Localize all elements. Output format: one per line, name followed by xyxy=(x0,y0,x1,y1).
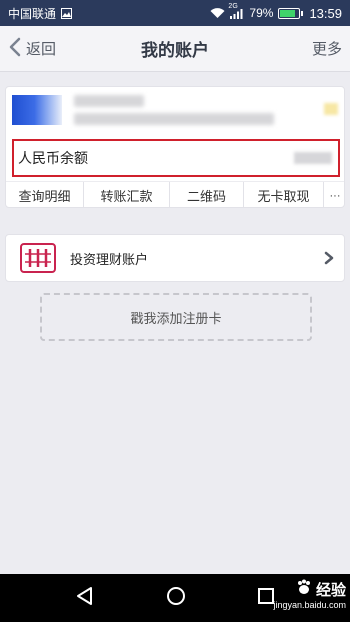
battery-fill xyxy=(280,9,295,17)
back-label: 返回 xyxy=(26,41,57,58)
balance-row[interactable]: 人民币余额 xyxy=(12,139,340,177)
more-actions-button[interactable]: ··· xyxy=(324,182,344,207)
cardless-withdrawal-button[interactable]: 无卡取现 xyxy=(244,182,324,207)
carrier-label: 中国联通 xyxy=(8,6,57,21)
status-left: 中国联通 xyxy=(8,5,73,22)
battery-percent: 79% xyxy=(249,6,274,20)
blurred-balance-value xyxy=(294,152,332,164)
account-actions: 查询明细 转账汇款 二维码 无卡取现 ··· xyxy=(6,181,344,207)
chevron-left-icon xyxy=(8,37,22,61)
card-type-mark xyxy=(324,103,338,115)
query-details-button[interactable]: 查询明细 xyxy=(6,182,84,207)
wifi-icon xyxy=(210,7,225,19)
chevron-right-icon xyxy=(322,251,336,265)
blurred-card-name xyxy=(74,95,144,107)
balance-label: 人民币余额 xyxy=(18,150,88,166)
network-type: 2G xyxy=(228,2,238,10)
blurred-card-number xyxy=(74,113,274,125)
transfer-button[interactable]: 转账汇款 xyxy=(84,182,170,207)
home-circle-icon[interactable] xyxy=(166,586,186,611)
card-header xyxy=(6,87,344,135)
status-bar: 中国联通 2G 79% 13:59 xyxy=(0,0,350,26)
system-nav-bar xyxy=(0,574,350,622)
nav-bar: 返回 我的账户 更多 xyxy=(0,26,350,72)
account-card[interactable]: 人民币余额 查询明细 转账汇款 二维码 无卡取现 ··· xyxy=(5,86,345,208)
investment-account-row[interactable]: 投资理财账户 xyxy=(5,234,345,282)
recents-square-icon[interactable] xyxy=(257,587,275,610)
signal-icon: 2G xyxy=(228,3,244,19)
add-card-label: 戳我添加注册卡 xyxy=(130,310,222,326)
bank-card-image xyxy=(12,95,62,125)
image-notification-icon xyxy=(61,7,73,19)
investment-account-label: 投资理财账户 xyxy=(70,251,149,267)
back-triangle-icon[interactable] xyxy=(75,586,95,611)
battery-icon xyxy=(278,7,304,19)
qr-code-button[interactable]: 二维码 xyxy=(170,182,244,207)
add-registered-card-button[interactable]: 戳我添加注册卡 xyxy=(40,293,312,341)
abacus-icon xyxy=(20,243,56,273)
status-right: 2G 79% 13:59 xyxy=(210,3,342,21)
back-button[interactable]: 返回 xyxy=(8,37,56,61)
clock: 13:59 xyxy=(309,5,342,21)
more-button[interactable]: 更多 xyxy=(312,38,342,59)
